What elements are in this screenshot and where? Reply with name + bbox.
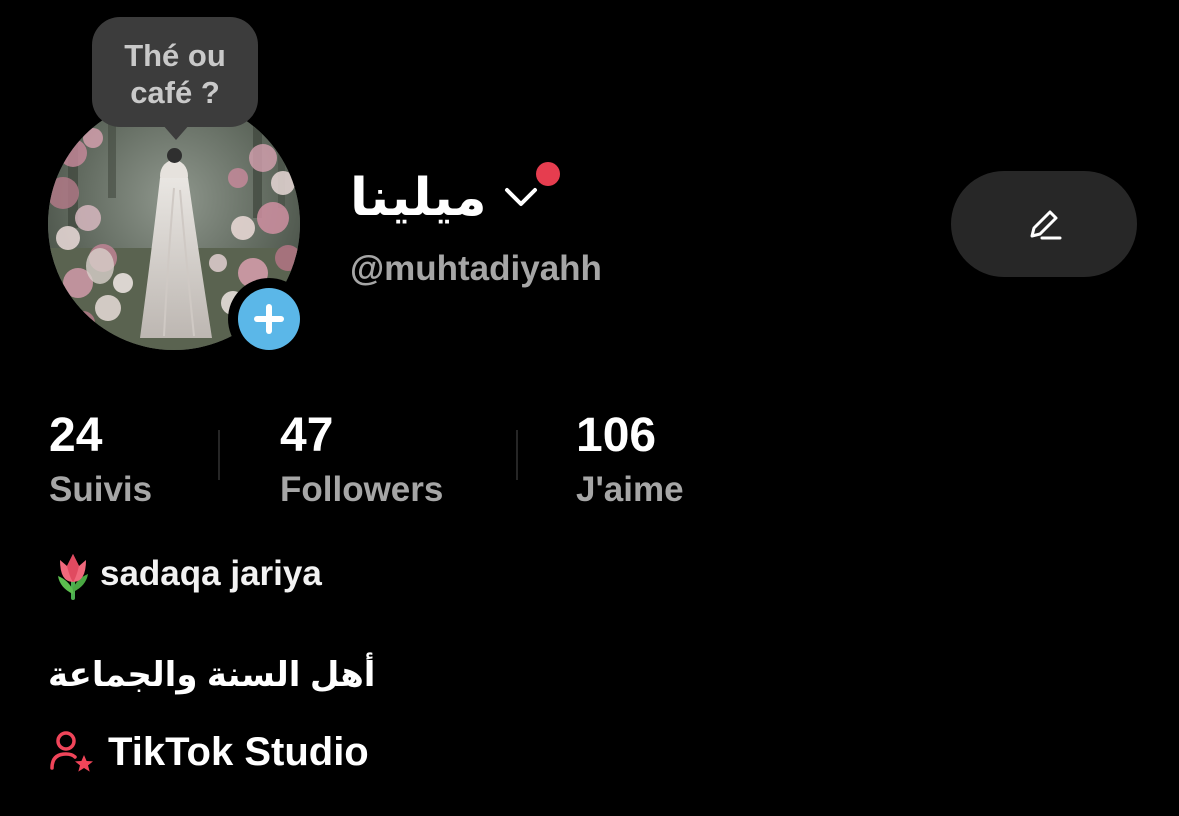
note-text: Thé ou café ? — [124, 38, 226, 110]
edit-profile-button[interactable] — [951, 171, 1137, 277]
followers-label: Followers — [280, 470, 444, 509]
bio-line-1: sadaqa jariya — [50, 548, 322, 600]
plus-icon — [238, 288, 300, 350]
stat-divider — [218, 430, 220, 480]
stat-divider — [516, 430, 518, 480]
chevron-down-icon[interactable] — [503, 180, 539, 212]
bio-text-line-2: أهل السنة والجماعة — [48, 656, 376, 694]
add-avatar-button[interactable] — [228, 278, 310, 360]
username-handle[interactable]: @muhtadiyahh — [350, 248, 602, 290]
likes-count: 106 — [576, 409, 657, 462]
stat-following[interactable]: 24 Suivis — [49, 408, 152, 512]
followers-count: 47 — [280, 409, 334, 462]
pencil-icon — [1030, 210, 1062, 240]
tiktok-studio-link[interactable]: TikTok Studio — [48, 724, 369, 780]
stat-likes[interactable]: 106 J'aime — [576, 408, 684, 512]
following-count: 24 — [49, 409, 103, 462]
likes-label: J'aime — [576, 470, 684, 509]
display-name[interactable]: ميلينا — [350, 168, 487, 228]
note-bubble-dot — [167, 148, 182, 163]
tulip-icon — [58, 554, 88, 600]
notification-dot — [536, 162, 560, 186]
tiktok-studio-label: TikTok Studio — [108, 730, 369, 774]
following-label: Suivis — [49, 470, 153, 509]
note-bubble-tail — [162, 124, 190, 140]
stat-followers[interactable]: 47 Followers — [280, 408, 443, 512]
bio-text-line-1: sadaqa jariya — [100, 554, 322, 593]
person-star-icon — [50, 731, 93, 772]
note-bubble[interactable]: Thé ou café ? — [92, 17, 258, 127]
